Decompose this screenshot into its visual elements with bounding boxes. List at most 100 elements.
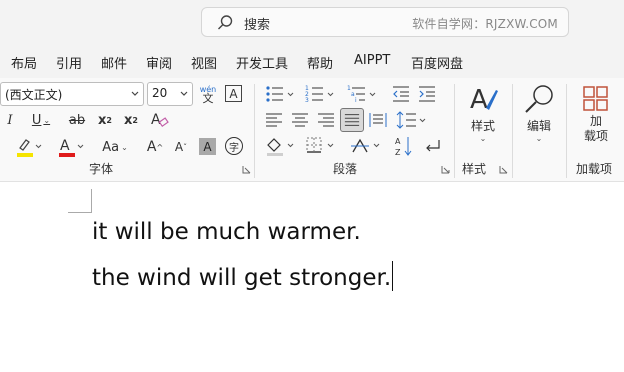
tab-review[interactable]: 审阅 [146, 53, 172, 72]
shrink-font-button[interactable]: Aˇ [170, 136, 192, 158]
chinese-layout-button[interactable] [350, 135, 384, 157]
sort-button[interactable]: AZ [394, 134, 414, 158]
distributed-icon [369, 113, 387, 127]
search-placeholder: 搜索 [244, 18, 271, 33]
font-name-dropdown[interactable]: (西文正文) [0, 82, 144, 106]
dialog-launcher-icon[interactable] [242, 165, 251, 174]
sort-icon: AZ [395, 137, 412, 157]
align-right-button[interactable] [316, 109, 336, 131]
caret-up-icon: ^ [156, 142, 164, 152]
document-line-1-text: it will be much warmer. [92, 219, 361, 245]
styles-gallery-button[interactable]: A 样式 ⌄ [460, 82, 506, 154]
borders-icon [306, 137, 334, 153]
paragraph-mark-icon [426, 140, 440, 152]
group-separator [254, 84, 255, 178]
chevron-down-icon: ⌄ [43, 115, 51, 125]
underline-button[interactable]: U ⌄ [26, 110, 56, 130]
bullets-button[interactable] [264, 84, 298, 104]
character-border-label: A [229, 86, 238, 101]
character-border-button[interactable]: A [225, 85, 242, 102]
change-case-button[interactable]: Aa ⌄ [99, 136, 131, 158]
enclose-characters-button[interactable]: 字 [225, 137, 243, 155]
tab-baidu-netdisk[interactable]: 百度网盘 [411, 53, 463, 72]
distributed-button[interactable] [368, 109, 388, 131]
underline-label: U [31, 112, 42, 128]
multilevel-list-icon: 1ai [347, 85, 376, 104]
grow-font-label: A [146, 139, 157, 155]
line-spacing-button[interactable] [396, 109, 430, 131]
chevron-down-icon: ⌄ [121, 142, 128, 152]
font-color-icon: A [59, 138, 84, 157]
dialog-launcher-icon[interactable] [499, 165, 508, 174]
numbered-list-icon: 123 [305, 85, 334, 104]
magnifier-icon [525, 85, 553, 113]
justify-icon [344, 114, 360, 126]
search-icon [218, 15, 233, 30]
character-shading-button[interactable]: A [199, 138, 216, 155]
phonetic-guide-button[interactable]: wén 文 [198, 83, 218, 105]
font-color-button[interactable]: A [56, 136, 84, 158]
watermark-text: 软件自学网：RJZXW.COM [412, 17, 558, 31]
group-separator [566, 84, 567, 178]
font-size-value: 20 [152, 86, 168, 100]
chevron-down-icon: ⌄ [479, 134, 487, 143]
addins-button[interactable]: 加 载项 [574, 84, 618, 152]
increase-indent-button[interactable] [417, 84, 437, 104]
tab-aippt[interactable]: AIPPT [354, 53, 390, 68]
increase-indent-icon [419, 86, 435, 102]
tab-mailings[interactable]: 邮件 [101, 53, 127, 72]
subscript-button[interactable]: x2 [97, 110, 113, 130]
svg-text:A: A [60, 138, 70, 154]
show-formatting-button[interactable] [422, 135, 444, 157]
align-left-icon [266, 113, 282, 127]
document-line-1[interactable]: it will be much warmer. [92, 219, 361, 245]
ribbon: (西文正文) 20 wén 文 A I U ⌄ ab x2 x2 A A Aa … [0, 78, 624, 182]
document-canvas[interactable]: it will be much warmer. the wind will ge… [0, 183, 624, 372]
decrease-indent-button[interactable] [391, 84, 411, 104]
strikethrough-button[interactable]: ab [66, 110, 88, 130]
numbering-button[interactable]: 123 [304, 84, 338, 104]
addins-label-line2: 载项 [583, 129, 608, 143]
tab-developer[interactable]: 开发工具 [236, 53, 288, 72]
subscript-digit: 2 [106, 115, 112, 125]
paragraph-shading-button[interactable] [264, 135, 298, 157]
svg-text:3: 3 [305, 97, 309, 104]
text-cursor [392, 261, 394, 291]
font-name-value: (西文正文) [5, 88, 63, 102]
font-size-dropdown[interactable]: 20 [147, 82, 193, 106]
multilevel-list-button[interactable]: 1ai [346, 84, 380, 104]
align-center-icon [292, 113, 308, 127]
borders-button[interactable] [304, 135, 338, 157]
subscript-base: x [98, 112, 107, 128]
chevron-down-icon [180, 91, 188, 96]
clear-formatting-button[interactable]: A [149, 109, 169, 131]
align-left-button[interactable] [264, 109, 284, 131]
dialog-launcher-icon[interactable] [441, 165, 450, 174]
document-line-2[interactable]: the wind will get stronger. [92, 261, 394, 291]
character-shading-label: A [203, 139, 212, 154]
align-center-button[interactable] [290, 109, 310, 131]
addins-icon [583, 86, 608, 111]
tab-layout[interactable]: 布局 [11, 53, 37, 72]
tab-view[interactable]: 视图 [191, 53, 217, 72]
highlight-color-button[interactable] [14, 136, 42, 158]
highlighter-icon [17, 139, 42, 157]
superscript-button[interactable]: x2 [123, 110, 139, 130]
editing-button-label: 编辑 [526, 119, 551, 133]
chevron-down-icon: ⌄ [535, 134, 543, 143]
search-box[interactable]: 搜索 软件自学网：RJZXW.COM [201, 7, 569, 37]
svg-text:Z: Z [395, 148, 401, 157]
group-label-paragraph: 段落 [333, 162, 358, 176]
italic-button[interactable]: I [2, 110, 18, 130]
tab-help[interactable]: 帮助 [307, 53, 333, 72]
chevron-down-icon [131, 91, 139, 96]
group-separator [512, 84, 513, 178]
editing-button[interactable]: 编辑 ⌄ [518, 82, 560, 154]
phonetic-guide-bottom: 文 [202, 92, 214, 105]
justify-button[interactable] [340, 108, 364, 132]
enclose-characters-label: 字 [229, 142, 239, 154]
grow-font-button[interactable]: A ^ [144, 136, 166, 158]
tab-references[interactable]: 引用 [56, 53, 82, 72]
svg-text:A: A [395, 137, 401, 146]
line-spacing-icon [396, 111, 426, 129]
